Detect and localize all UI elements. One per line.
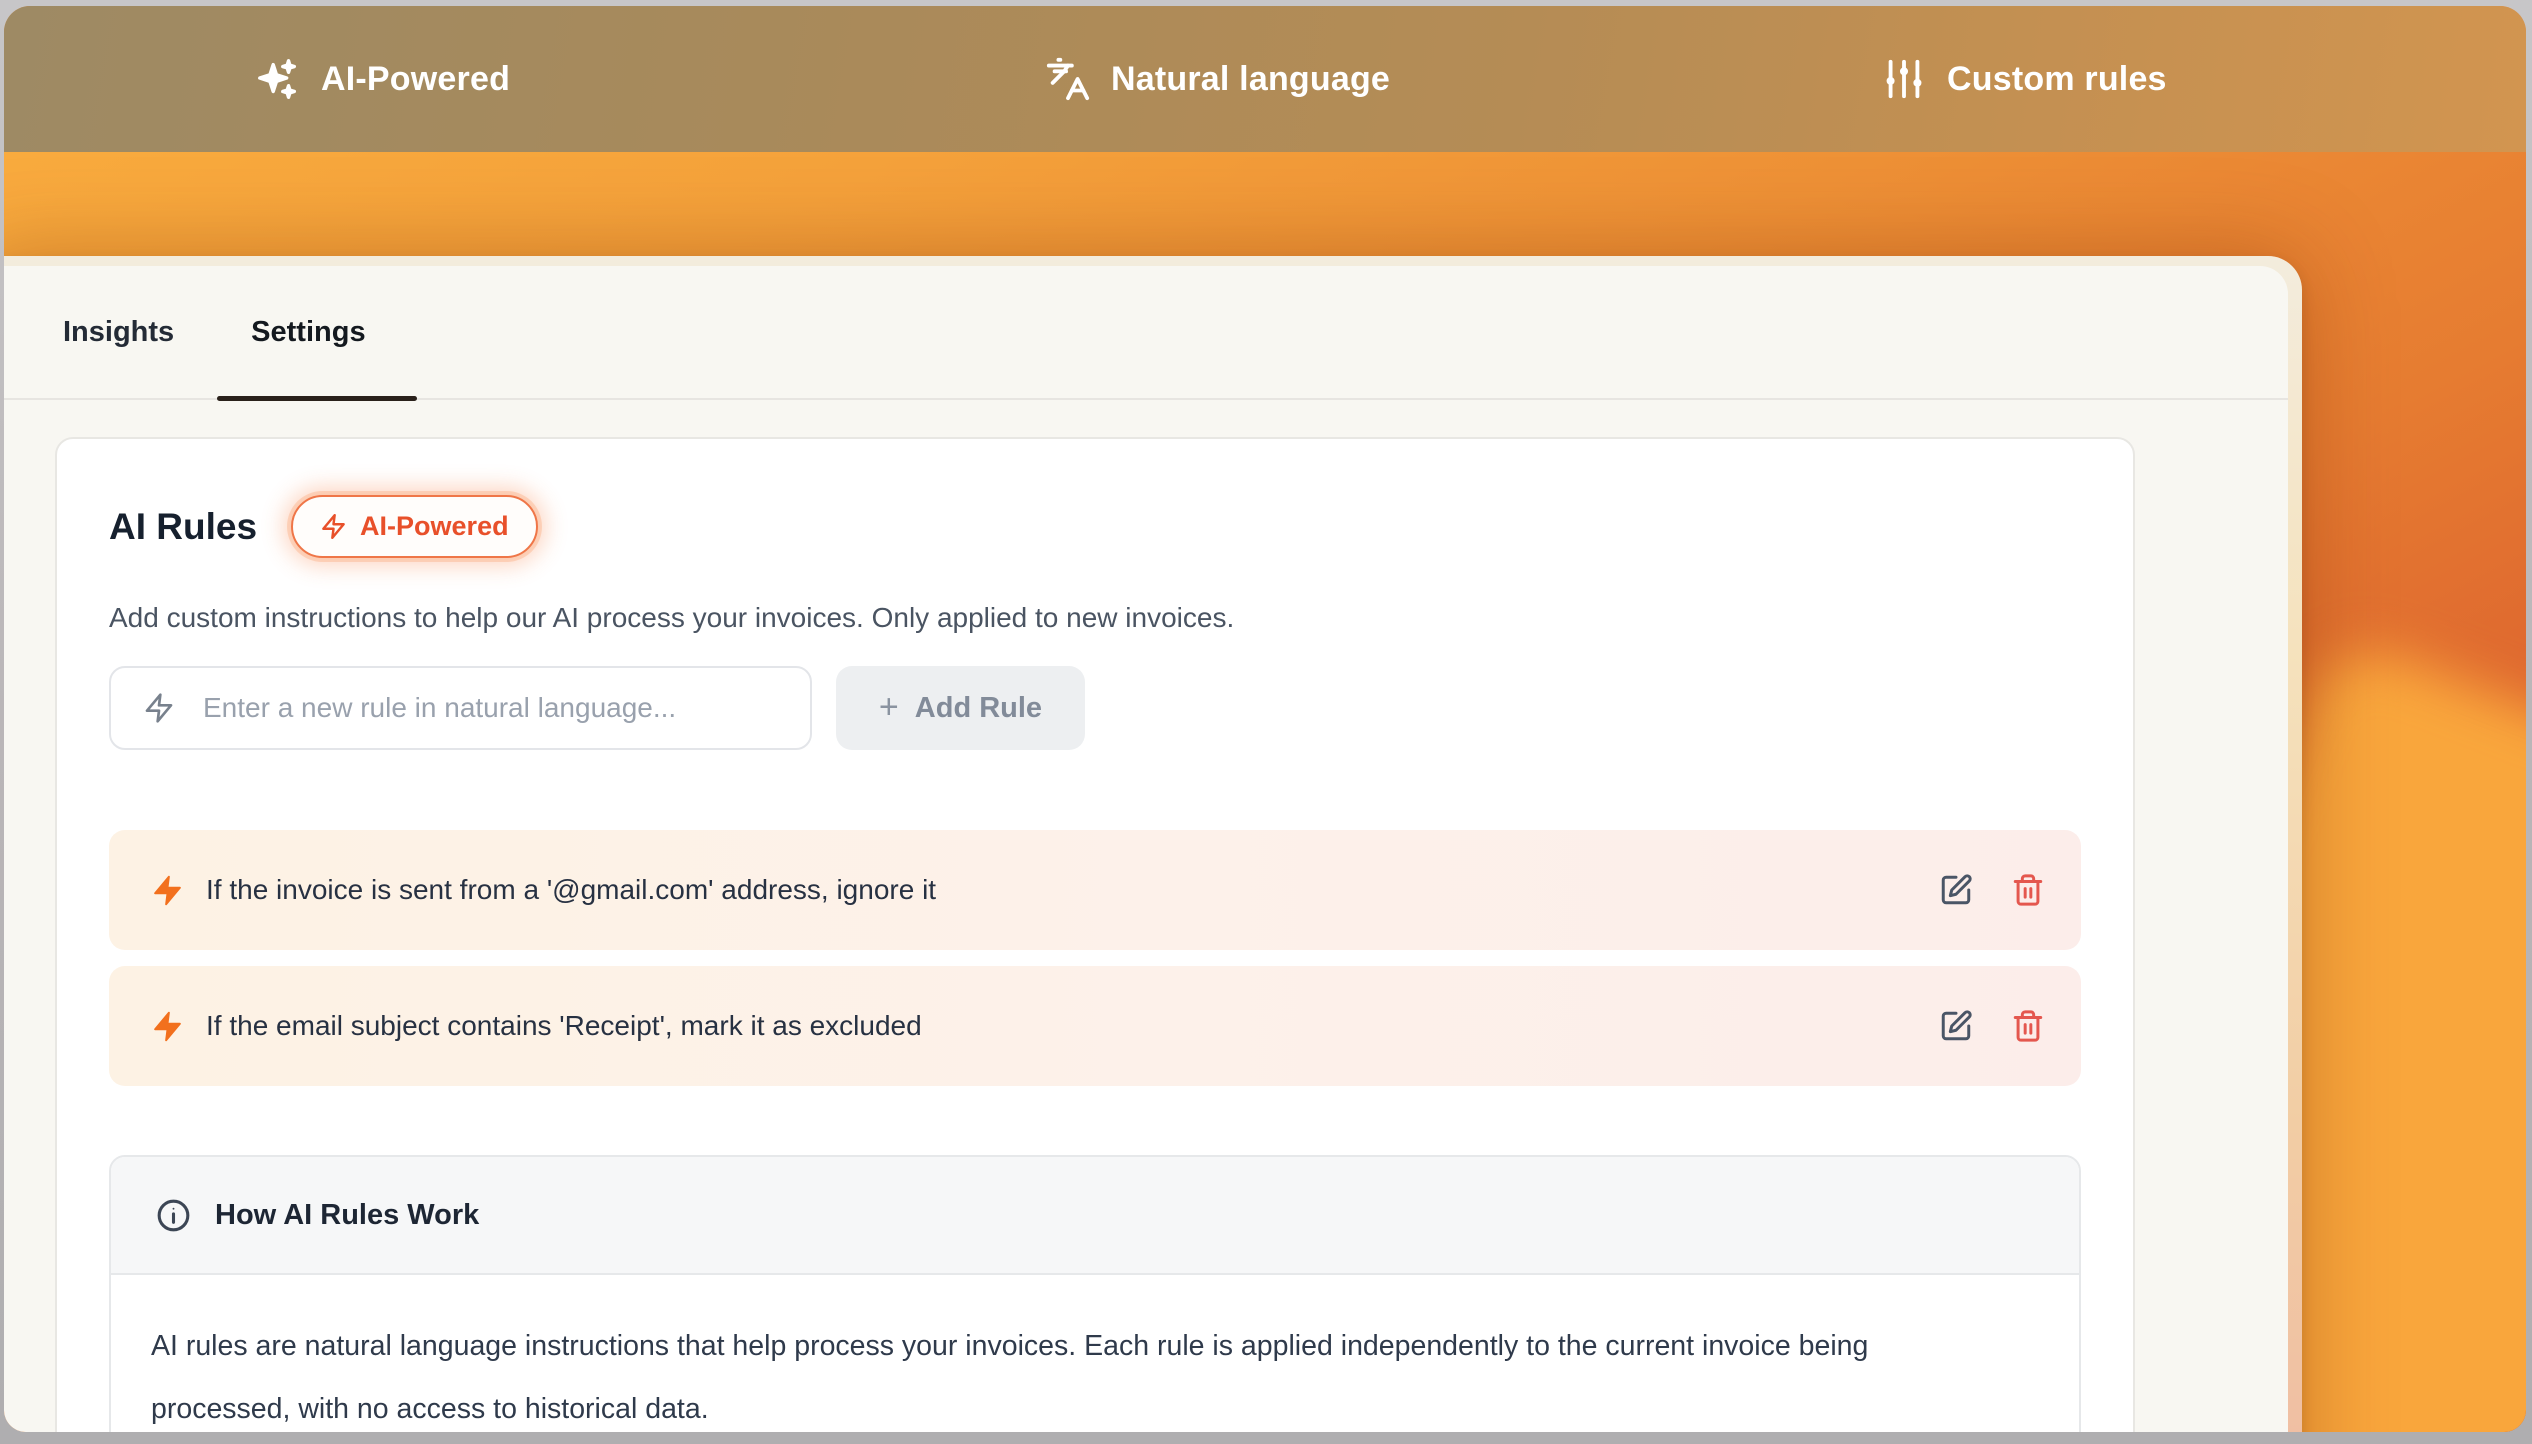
settings-content: AI Rules AI-Powered Add custom instructi… (4, 400, 2288, 1432)
feature-natural-language: Natural language (1045, 6, 1390, 152)
ai-rules-title: AI Rules (109, 506, 257, 548)
ai-rules-description: Add custom instructions to help our AI p… (109, 602, 2081, 634)
trash-icon[interactable] (2011, 873, 2045, 907)
ai-rules-header: AI Rules AI-Powered (109, 495, 2081, 558)
feature-label: AI-Powered (321, 60, 510, 99)
app-window: Insights Settings AI Rules AI-Powered (4, 256, 2302, 1432)
tab-insights[interactable]: Insights (63, 316, 174, 349)
rule-input-row: + Add Rule (109, 666, 2081, 750)
how-rules-work-box: How AI Rules Work AI rules are natural l… (109, 1155, 2081, 1432)
rule-actions (1939, 1009, 2045, 1043)
screen: AI-Powered Natural language Custom rules… (4, 6, 2526, 1432)
feature-ai-powered: AI-Powered (255, 6, 510, 152)
ai-rules-card: AI Rules AI-Powered Add custom instructi… (55, 437, 2135, 1432)
how-rules-work-body: AI rules are natural language instructio… (111, 1275, 2051, 1432)
rule-row: If the email subject contains 'Receipt',… (109, 966, 2081, 1086)
rule-row: If the invoice is sent from a '@gmail.co… (109, 830, 2081, 950)
ai-powered-badge: AI-Powered (291, 495, 538, 558)
rule-actions (1939, 873, 2045, 907)
active-tab-underline (217, 396, 417, 401)
info-icon (155, 1197, 192, 1234)
tab-bar: Insights Settings (4, 266, 2288, 400)
zap-icon (143, 692, 175, 724)
rule-input-wrap (109, 666, 812, 750)
sparkles-icon (255, 56, 301, 102)
badge-label: AI-Powered (360, 511, 509, 542)
feature-custom-rules: Custom rules (1881, 6, 2167, 152)
feature-bar: AI-Powered Natural language Custom rules (4, 6, 2526, 152)
languages-icon (1045, 56, 1091, 102)
rule-input[interactable] (109, 666, 812, 750)
rule-text: If the invoice is sent from a '@gmail.co… (206, 874, 1917, 906)
feature-label: Custom rules (1947, 60, 2167, 99)
edit-icon[interactable] (1939, 1009, 1973, 1043)
add-rule-button[interactable]: + Add Rule (836, 666, 1085, 750)
sliders-icon (1881, 56, 1927, 102)
edit-icon[interactable] (1939, 873, 1973, 907)
zap-icon (151, 874, 184, 907)
rule-text: If the email subject contains 'Receipt',… (206, 1010, 1917, 1042)
rules-list: If the invoice is sent from a '@gmail.co… (109, 830, 2081, 1086)
tab-settings[interactable]: Settings (251, 316, 365, 349)
add-rule-label: Add Rule (915, 692, 1042, 725)
plus-icon: + (879, 690, 899, 724)
zap-icon (151, 1010, 184, 1043)
how-rules-work-header: How AI Rules Work (111, 1157, 2079, 1275)
app-window-content: Insights Settings AI Rules AI-Powered (4, 266, 2288, 1432)
feature-label: Natural language (1111, 60, 1390, 99)
how-rules-work-title: How AI Rules Work (215, 1199, 479, 1232)
zap-icon (320, 513, 347, 540)
trash-icon[interactable] (2011, 1009, 2045, 1043)
